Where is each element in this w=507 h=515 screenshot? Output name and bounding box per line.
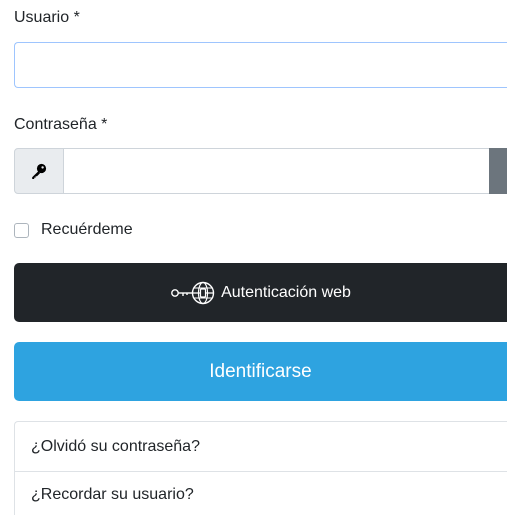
passkey-icon xyxy=(170,281,218,305)
help-links-list: ¿Olvidó su contraseña? ¿Recordar su usua… xyxy=(14,421,507,515)
login-form: Usuario * Contraseña * Recuérdeme Autent… xyxy=(0,0,507,515)
remember-me-label[interactable]: Recuérdeme xyxy=(41,221,133,239)
key-icon xyxy=(14,148,64,194)
remember-me-row[interactable]: Recuérdeme xyxy=(14,219,133,241)
remember-username-link[interactable]: ¿Recordar su usuario? xyxy=(15,472,507,515)
forgot-password-link[interactable]: ¿Olvidó su contraseña? xyxy=(15,422,507,472)
password-label: Contraseña * xyxy=(14,116,108,133)
username-input[interactable] xyxy=(14,42,507,88)
login-button-label: Identificarse xyxy=(209,360,312,382)
password-input[interactable] xyxy=(63,148,489,194)
password-input-group xyxy=(14,148,507,194)
login-button[interactable]: Identificarse xyxy=(14,342,507,401)
web-authentication-button[interactable]: Autenticación web xyxy=(14,263,507,322)
username-label: Usuario * xyxy=(14,9,80,26)
web-authentication-label: Autenticación web xyxy=(221,283,351,301)
remember-me-checkbox[interactable] xyxy=(14,222,29,238)
password-toggle-button[interactable] xyxy=(489,148,507,194)
